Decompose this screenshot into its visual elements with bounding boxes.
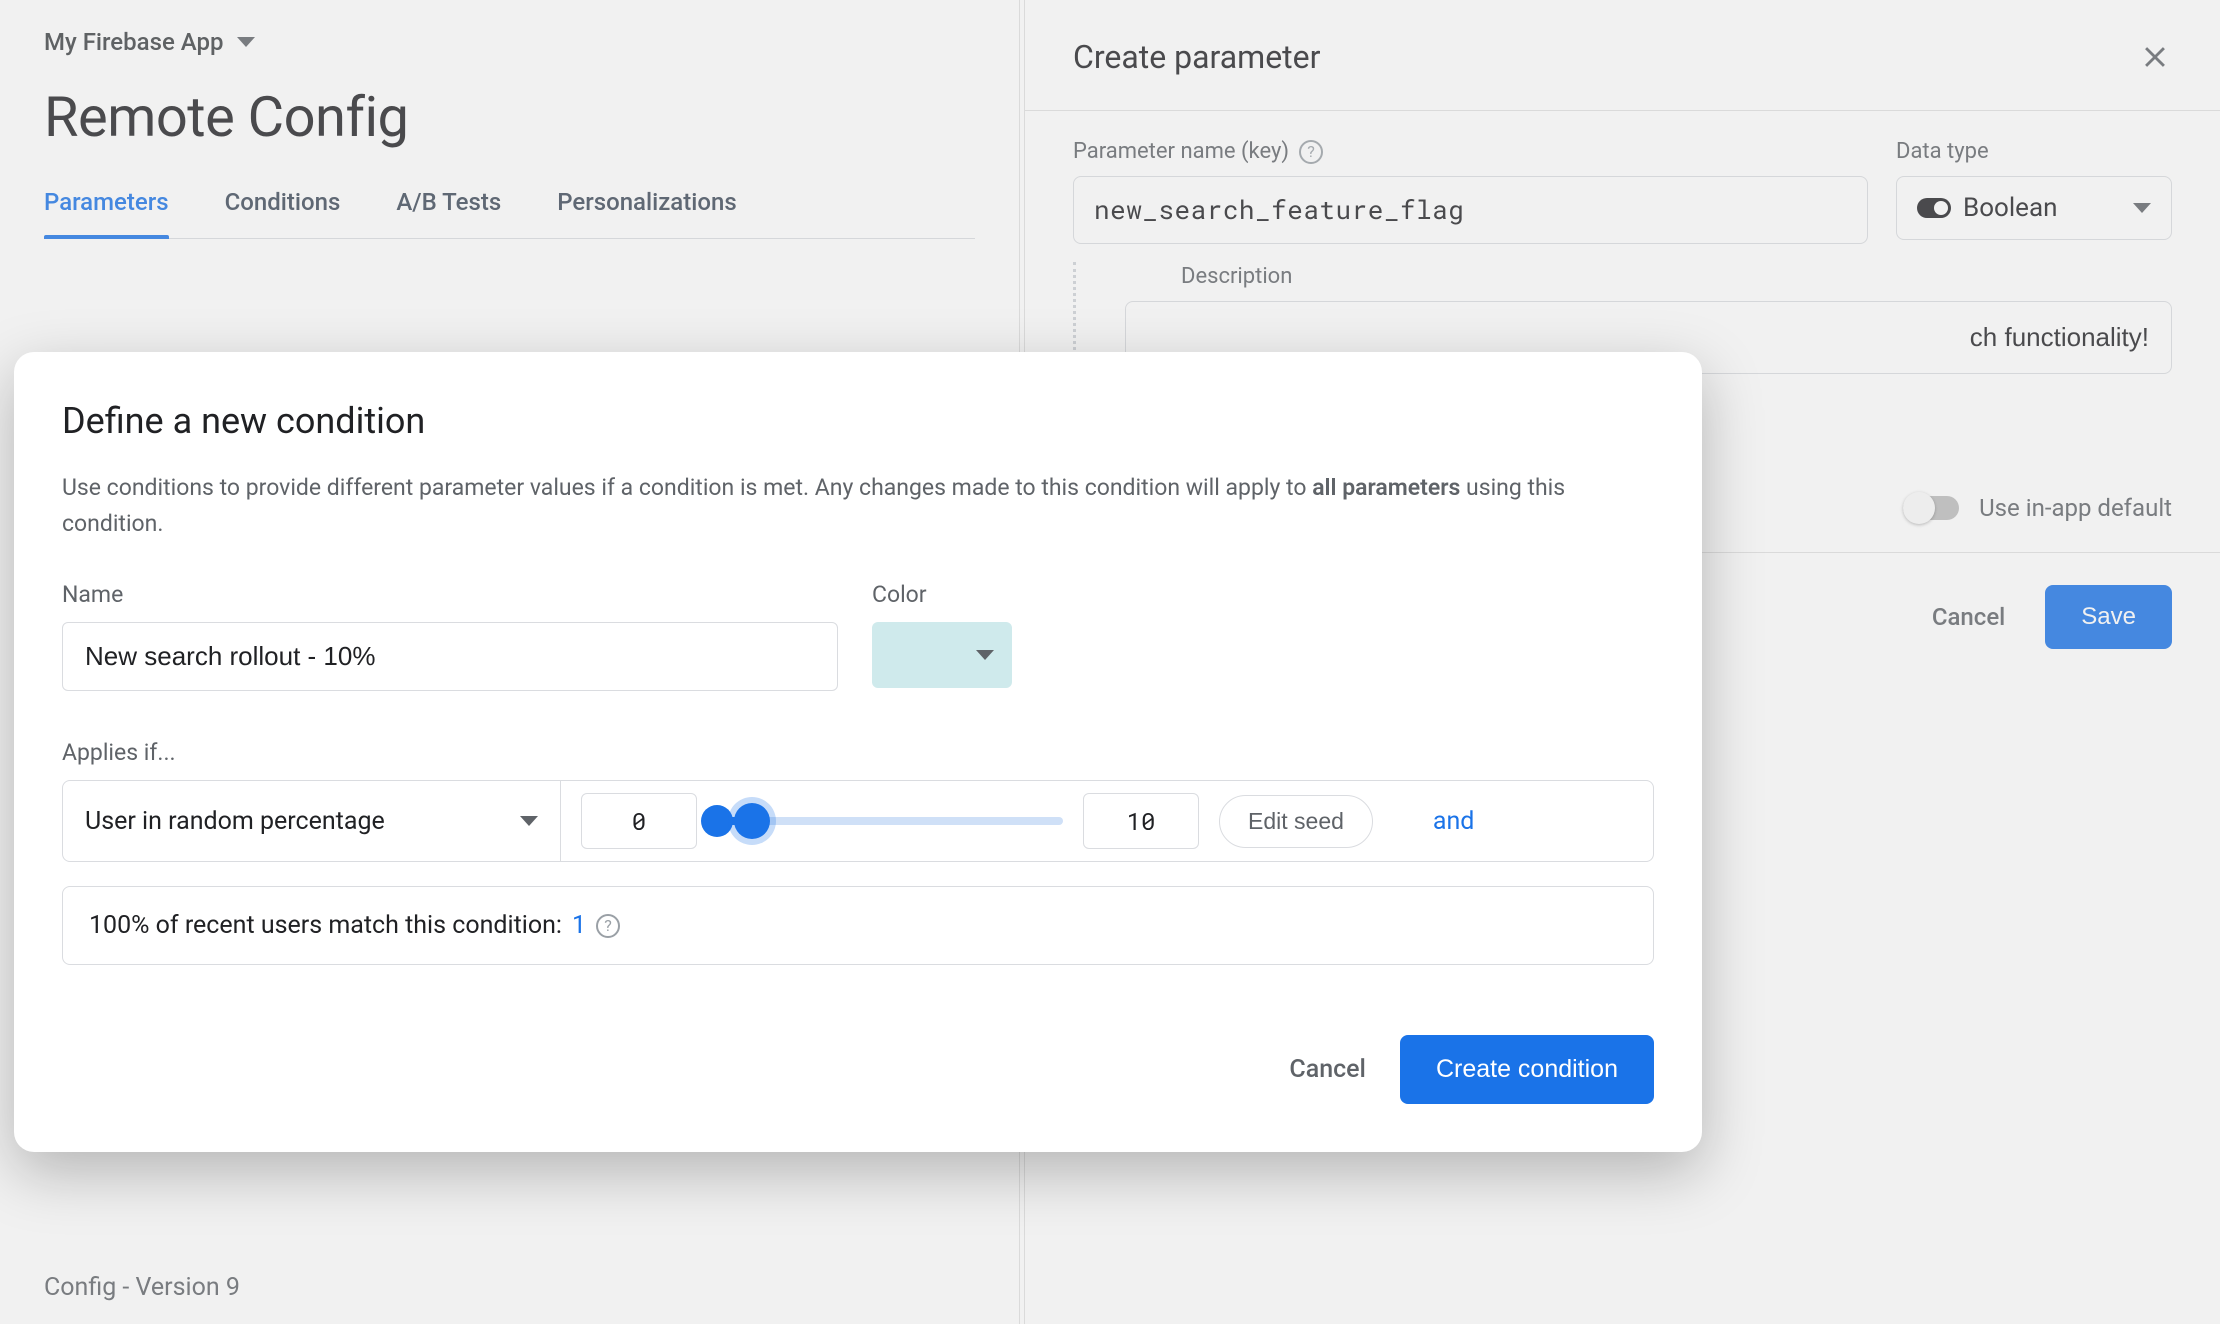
modal-title: Define a new condition: [62, 400, 1654, 442]
condition-rule-row: User in random percentage Edit seed and: [62, 780, 1654, 862]
percentage-slider[interactable]: [717, 793, 1063, 849]
tab-personalizations[interactable]: Personalizations: [557, 188, 736, 238]
condition-name-input[interactable]: [62, 622, 838, 691]
page-title: Remote Config: [44, 84, 975, 150]
match-count: 1: [572, 911, 586, 940]
range-max-input[interactable]: [1083, 793, 1199, 849]
help-icon[interactable]: ?: [1299, 140, 1323, 164]
slider-thumb-max[interactable]: [734, 803, 770, 839]
save-button[interactable]: Save: [2045, 585, 2172, 649]
caret-down-icon: [976, 650, 994, 660]
help-icon[interactable]: ?: [596, 914, 620, 938]
data-type-label: Data type: [1896, 139, 1989, 164]
tab-parameters[interactable]: Parameters: [44, 188, 169, 238]
edit-seed-button[interactable]: Edit seed: [1219, 795, 1373, 848]
modal-cancel-button[interactable]: Cancel: [1289, 1055, 1366, 1084]
close-button[interactable]: [2138, 40, 2172, 74]
boolean-toggle-icon: [1917, 198, 1951, 218]
use-default-label: Use in-app default: [1979, 494, 2172, 522]
match-summary: 100% of recent users match this conditio…: [62, 886, 1654, 965]
applies-if-label: Applies if...: [62, 739, 1654, 766]
use-default-toggle[interactable]: [1903, 496, 1959, 520]
range-min-input[interactable]: [581, 793, 697, 849]
color-label: Color: [872, 581, 1012, 608]
condition-type-value: User in random percentage: [85, 807, 385, 836]
color-select[interactable]: [872, 622, 1012, 688]
tab-bar: Parameters Conditions A/B Tests Personal…: [44, 188, 975, 239]
description-label: Description: [1181, 264, 2172, 289]
param-key-input[interactable]: [1073, 176, 1868, 244]
app-selector[interactable]: My Firebase App: [44, 28, 975, 56]
tab-ab-tests[interactable]: A/B Tests: [396, 188, 501, 238]
define-condition-modal: Define a new condition Use conditions to…: [14, 352, 1702, 1152]
app-name: My Firebase App: [44, 28, 223, 56]
tab-conditions[interactable]: Conditions: [225, 188, 341, 238]
panel-title: Create parameter: [1073, 38, 1320, 76]
match-text: 100% of recent users match this conditio…: [89, 911, 562, 940]
slider-thumb-min[interactable]: [701, 805, 733, 837]
condition-type-select[interactable]: User in random percentage: [63, 781, 561, 861]
add-and-condition[interactable]: and: [1433, 807, 1475, 836]
caret-down-icon: [520, 816, 538, 826]
create-condition-button[interactable]: Create condition: [1400, 1035, 1654, 1104]
caret-down-icon: [2133, 203, 2151, 213]
data-type-value: Boolean: [1963, 193, 2121, 223]
cancel-button[interactable]: Cancel: [1932, 603, 2005, 631]
modal-description: Use conditions to provide different para…: [62, 470, 1654, 541]
close-icon: [2138, 40, 2172, 74]
param-key-label: Parameter name (key): [1073, 139, 1289, 164]
name-label: Name: [62, 581, 838, 608]
caret-down-icon: [237, 37, 255, 47]
config-version-label: Config - Version 9: [44, 1273, 240, 1302]
data-type-select[interactable]: Boolean: [1896, 176, 2172, 240]
